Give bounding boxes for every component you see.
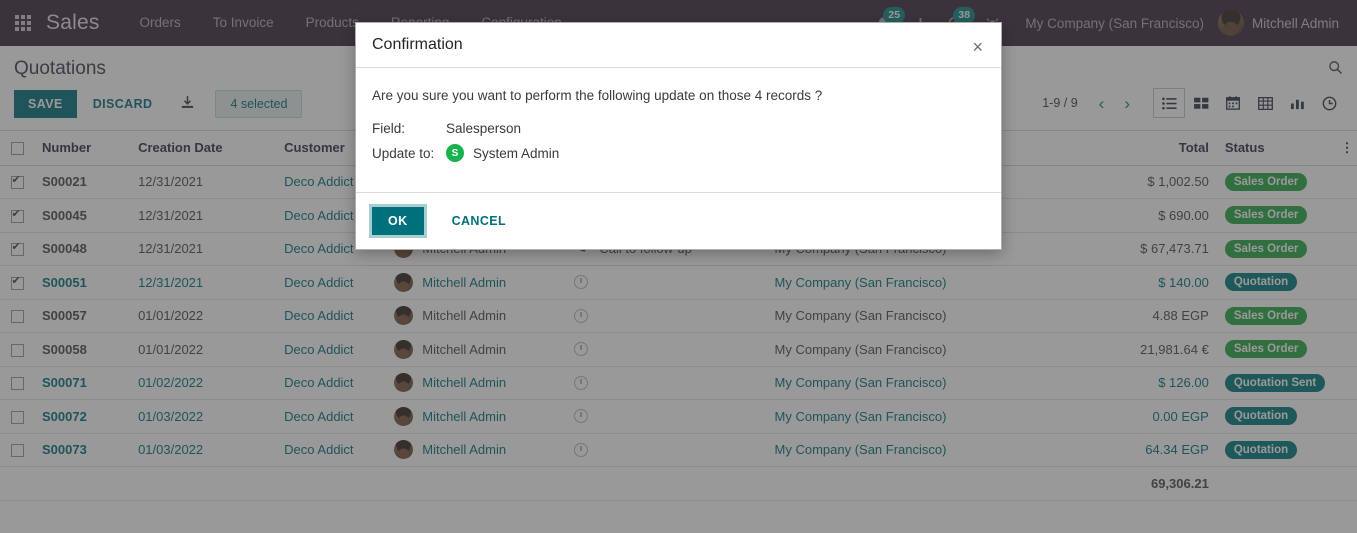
field-label: Field: bbox=[372, 121, 446, 136]
dialog-question-text: Are you sure you want to perform the fol… bbox=[372, 88, 985, 103]
dialog-footer: OK CANCEL bbox=[356, 193, 1001, 249]
odoo-sales-app: Sales Orders To Invoice Products Reporti… bbox=[0, 0, 1357, 533]
update-to-value-wrap: S System Admin bbox=[446, 144, 559, 162]
dialog-title: Confirmation bbox=[372, 36, 463, 54]
dialog-header: Confirmation × bbox=[356, 23, 1001, 68]
update-to-label: Update to: bbox=[372, 146, 446, 161]
confirmation-dialog: Confirmation × Are you sure you want to … bbox=[355, 22, 1002, 250]
dialog-body: Are you sure you want to perform the fol… bbox=[356, 68, 1001, 193]
update-to-row: Update to: S System Admin bbox=[372, 144, 985, 162]
close-icon[interactable]: × bbox=[968, 36, 987, 58]
field-row: Field: Salesperson bbox=[372, 121, 985, 136]
cancel-button[interactable]: CANCEL bbox=[436, 207, 522, 235]
avatar: S bbox=[446, 144, 464, 162]
ok-button[interactable]: OK bbox=[372, 207, 424, 235]
field-value: Salesperson bbox=[446, 121, 521, 136]
update-to-value: System Admin bbox=[473, 146, 559, 161]
